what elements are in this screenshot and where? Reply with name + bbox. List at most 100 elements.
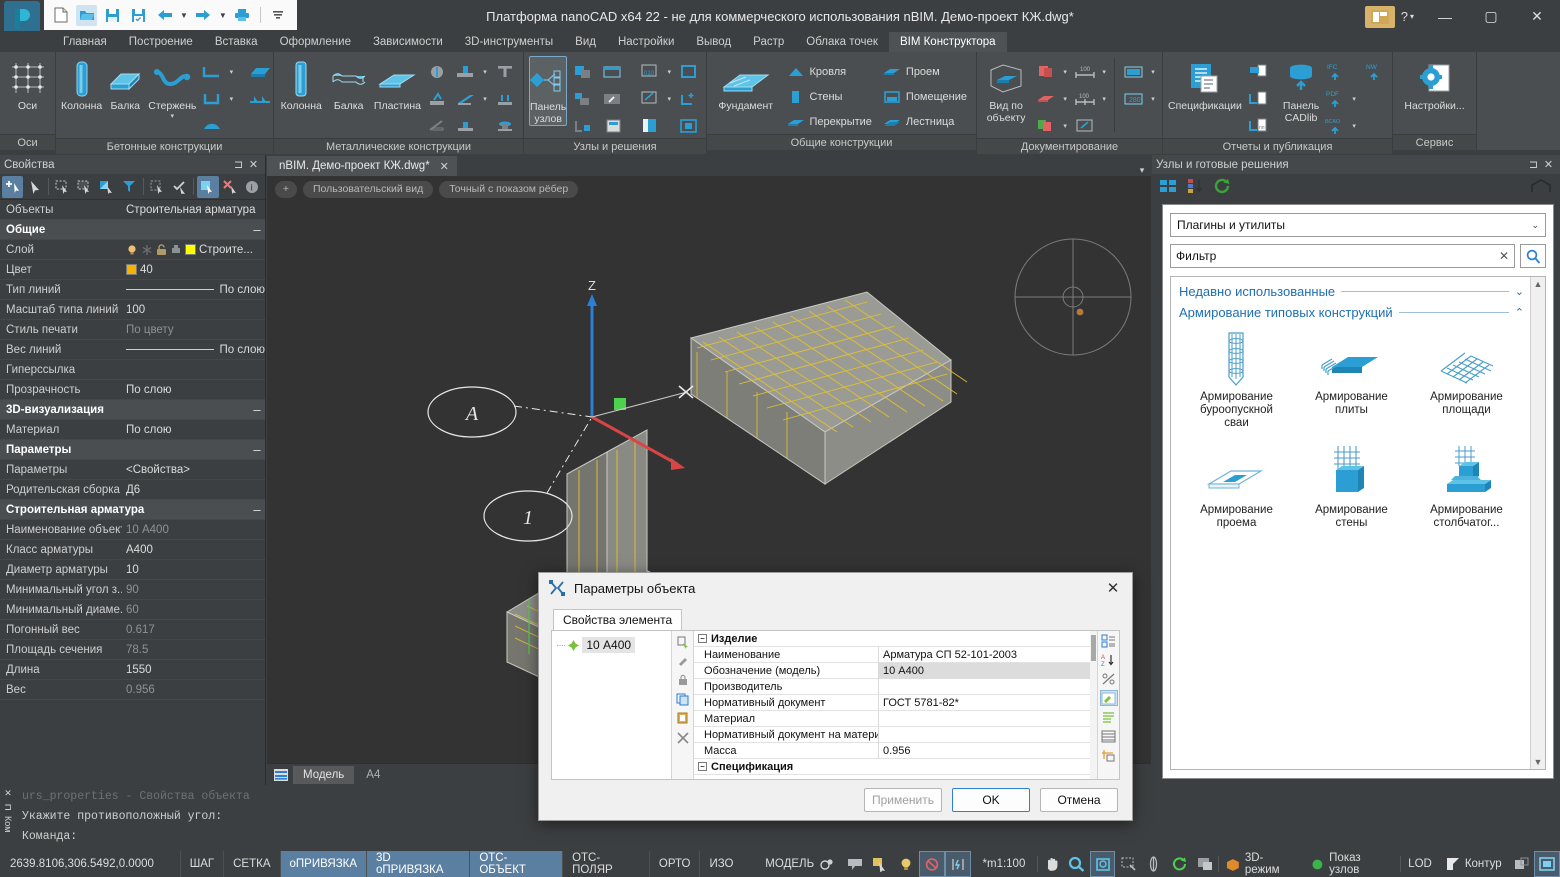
properties-close-button[interactable]: ✕: [246, 158, 261, 171]
status-3d-mode[interactable]: 3D-режим: [1219, 852, 1304, 876]
ribbon-tab-oblaka-tochek[interactable]: Облака точек: [795, 32, 889, 53]
grid-value[interactable]: [879, 711, 1090, 727]
quick-select-icon[interactable]: [2, 176, 23, 198]
layout-view-icon[interactable]: [1121, 59, 1147, 84]
dialog-grid-scrollbar[interactable]: [1090, 631, 1097, 779]
export-bcad-icon[interactable]: ВСАО: [1322, 113, 1348, 138]
status-toggle-3dosnap[interactable]: 3D оПРИВЯЗКА: [366, 851, 469, 877]
properties-pin-button[interactable]: ⊐: [231, 158, 246, 171]
grid-group-header-specification[interactable]: – Спецификация: [694, 759, 1090, 775]
grid-value[interactable]: ГОСТ 5781-82*: [879, 695, 1090, 711]
prop-row-ltscale[interactable]: Масштаб типа линий100: [0, 300, 265, 320]
status-contour[interactable]: Контур: [1439, 857, 1509, 871]
command-close-icon[interactable]: ✕: [4, 788, 12, 799]
print-icon[interactable]: [232, 5, 253, 26]
minimize-button[interactable]: —: [1422, 0, 1468, 33]
steel-weld-icon[interactable]: [424, 86, 450, 111]
walls-button[interactable]: Стены: [783, 84, 876, 109]
view-menu-button[interactable]: +: [275, 181, 297, 198]
grid-value[interactable]: 10 А400: [879, 663, 1090, 679]
ribbon-tab-rastr[interactable]: Растр: [742, 32, 795, 53]
ribbon-tab-postroenie[interactable]: Построение: [118, 32, 204, 53]
ribbon-tab-vyvod[interactable]: Вывод: [685, 32, 742, 53]
prop-cat-3d[interactable]: 3D-визуализация–: [0, 400, 265, 420]
search-button[interactable]: [1520, 244, 1546, 268]
sheet-size-icon[interactable]: 280: [1121, 86, 1147, 111]
attach-icon[interactable]: [674, 654, 691, 669]
lightbulb-icon[interactable]: [893, 851, 919, 877]
floor-button[interactable]: Перекрытие: [783, 109, 876, 134]
status-toggle-osnap[interactable]: оПРИВЯЗКА: [280, 851, 367, 877]
annotation-scale-value[interactable]: *m1:100: [971, 858, 1038, 870]
specifications-button[interactable]: Спецификации: [1168, 56, 1242, 112]
delete-row-icon[interactable]: [674, 730, 691, 745]
node-group-icon[interactable]: [676, 113, 702, 138]
steel-base-plate-icon[interactable]: [453, 59, 479, 84]
grid-row-normativny-dokument-material[interactable]: Нормативный документ на материал: [694, 727, 1090, 743]
apply-button[interactable]: Применить: [864, 788, 942, 812]
lock-icon[interactable]: [674, 673, 691, 688]
nodes-close-button[interactable]: ✕: [1541, 158, 1556, 171]
grid-row-oboznachenie[interactable]: Обозначение (модель)10 А400: [694, 663, 1090, 679]
select-cursor-icon[interactable]: [868, 851, 894, 877]
grid-value[interactable]: 0.956: [879, 743, 1090, 759]
steel-plate-button[interactable]: Пластина: [374, 56, 421, 112]
rebar-bend-l-icon[interactable]: [199, 59, 225, 84]
annotation-scale-icon[interactable]: [842, 851, 868, 877]
help-button[interactable]: ? ▾: [1401, 9, 1414, 24]
sort-alphabetical-icon[interactable]: AZ: [1100, 652, 1118, 668]
copy-row-icon[interactable]: [674, 692, 691, 707]
expand-all-icon[interactable]: [1100, 709, 1118, 725]
steel-connection-caret-icon[interactable]: ▾: [481, 95, 489, 103]
prop-row-transparency[interactable]: ПрозрачностьПо слою: [0, 380, 265, 400]
prop-row-object-name[interactable]: Наименование объекта10 А400: [0, 520, 265, 540]
node-link-icon[interactable]: [570, 113, 596, 138]
dialog-close-button[interactable]: ✕: [1100, 579, 1126, 597]
export-ifc-icon[interactable]: IFC: [1322, 59, 1348, 84]
node-frame-icon[interactable]: [676, 59, 702, 84]
collapse-icon[interactable]: –: [698, 762, 707, 771]
new-file-icon[interactable]: [50, 5, 71, 26]
node-calc-icon[interactable]: [599, 113, 625, 138]
dimension-linear-icon[interactable]: 100: [1072, 59, 1098, 84]
select-object-icon[interactable]: [24, 176, 45, 198]
edit-value-icon[interactable]: [1100, 690, 1118, 706]
nodes-pin-button[interactable]: ⊐: [1526, 158, 1541, 171]
copy-properties-icon[interactable]: [674, 635, 691, 650]
library-item-rebar-slab[interactable]: Армирование плиты: [1294, 329, 1409, 430]
scroll-down-icon[interactable]: ▼: [1534, 757, 1543, 767]
save-as-icon[interactable]: [128, 5, 149, 26]
model-space-label[interactable]: МОДЕЛЬ: [758, 857, 842, 871]
cadlib-panel-button[interactable]: Панель CADlib: [1283, 56, 1319, 124]
pick-point-icon[interactable]: [197, 176, 218, 198]
steel-bearing-icon[interactable]: [492, 113, 518, 138]
node-add-icon[interactable]: [676, 86, 702, 111]
grid-row-naimenovanie[interactable]: НаименованиеАрматура СП 52-101-2003: [694, 647, 1090, 663]
multi-view-icon[interactable]: [1033, 113, 1059, 138]
command-pin-icon[interactable]: ⊐: [4, 802, 12, 813]
scroll-up-icon[interactable]: ▲: [1534, 279, 1543, 289]
ribbon-tab-zavisimosti[interactable]: Зависимости: [362, 32, 454, 53]
prop-row-section-area[interactable]: Площадь сечения78.5: [0, 640, 265, 660]
view-style-button[interactable]: Пользовательский вид: [303, 181, 433, 198]
collapse-icon[interactable]: –: [249, 222, 265, 237]
node-annotate-caret-icon[interactable]: ▾: [665, 95, 673, 103]
ribbon-tab-oformlenie[interactable]: Оформление: [269, 32, 362, 53]
grid-group-header-izdelie[interactable]: – Изделие: [694, 631, 1090, 647]
prop-row-layer[interactable]: Слой Строите...: [0, 240, 265, 260]
prop-row-plotstyle[interactable]: Стиль печатиПо цвету: [0, 320, 265, 340]
library-item-rebar-opening[interactable]: Армирование проема: [1179, 442, 1294, 530]
collapse-icon[interactable]: –: [249, 402, 265, 417]
ribbon-tab-glavnaya[interactable]: Главная: [52, 32, 118, 53]
opening-button[interactable]: Проем: [879, 59, 971, 84]
fullscreen-icon[interactable]: [1534, 851, 1560, 877]
zoom-extents-icon[interactable]: [1115, 851, 1141, 877]
library-item-rebar-wall[interactable]: Армирование стены: [1294, 442, 1409, 530]
close-button[interactable]: ✕: [1514, 0, 1560, 33]
grid-value[interactable]: [879, 727, 1090, 743]
formula-icon[interactable]: [1100, 671, 1118, 687]
steel-anchor-icon[interactable]: [492, 86, 518, 111]
node-dim-caret-icon[interactable]: ▾: [665, 68, 673, 76]
grid-value[interactable]: [879, 679, 1090, 695]
node-insert-icon[interactable]: [570, 59, 596, 84]
